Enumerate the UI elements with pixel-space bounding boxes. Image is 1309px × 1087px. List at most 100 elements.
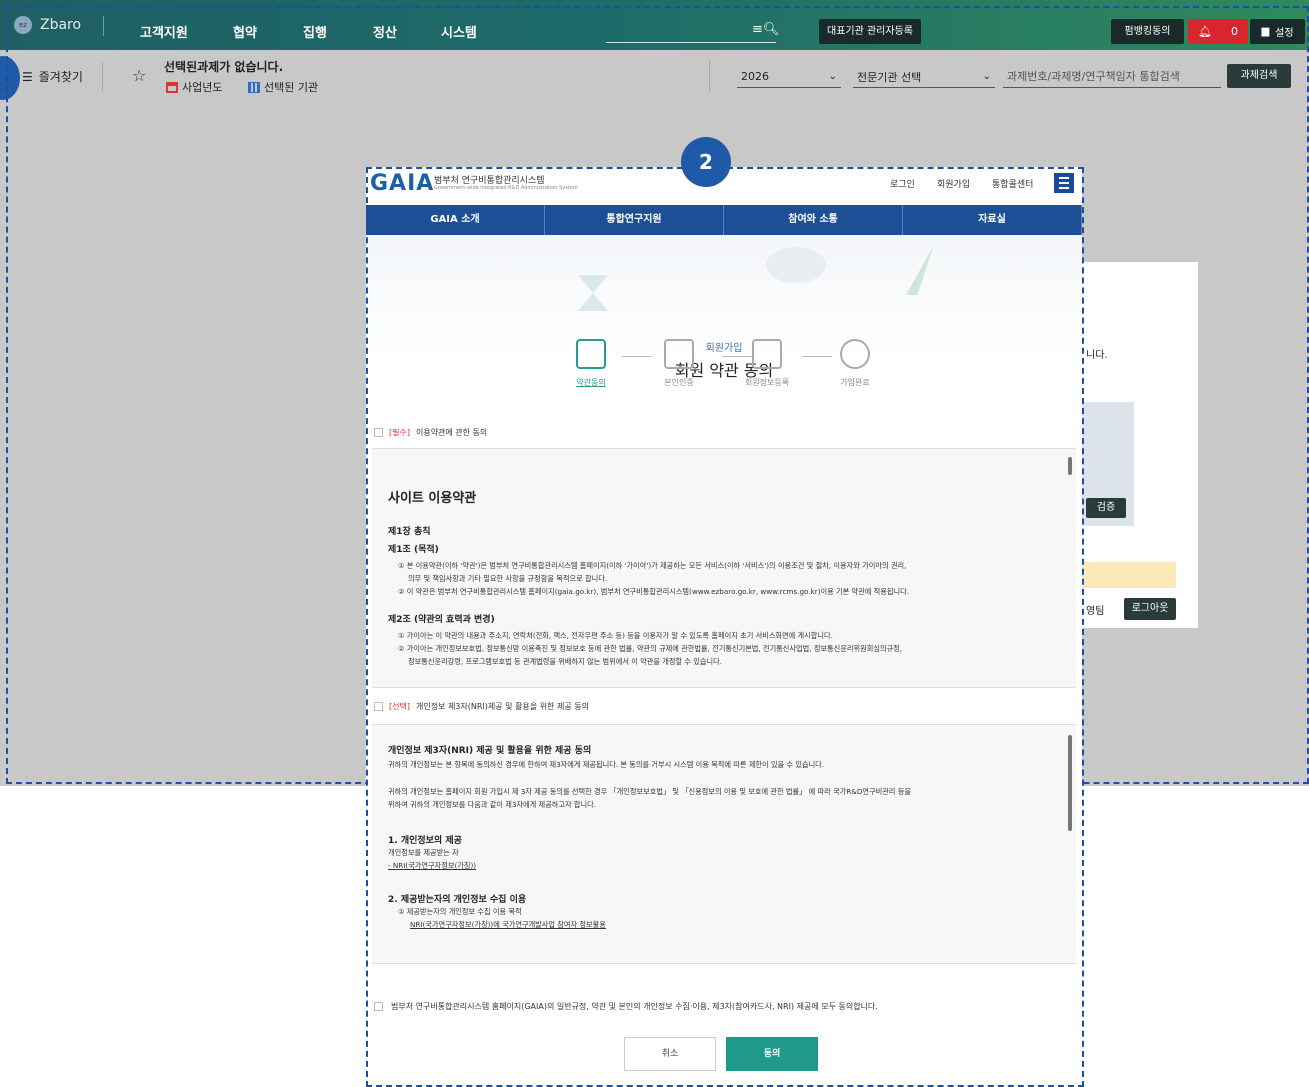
firmbanking-button[interactable]: 펌뱅킹동의: [1111, 19, 1184, 44]
menu-execution[interactable]: 집행: [303, 22, 327, 41]
nav-resources[interactable]: 자료실: [903, 205, 1082, 235]
terms-heading: 사이트 이용약관: [388, 491, 477, 506]
no-task-message: 선택된과제가 없습니다.: [164, 60, 284, 74]
agency-select[interactable]: 전문기관 선택 ⌄: [853, 66, 995, 88]
terms-paragraph: ② 이 약관은 범부처 연구비통합관리시스템 홈페이지(gaia.go.kr),…: [398, 587, 909, 596]
nav-participation[interactable]: 참여와 소통: [724, 205, 903, 235]
background-panel: 니다. 검증 영팀 로그아웃: [1082, 262, 1198, 628]
agree-privacy-label: 개인정보 제3자(NRI)제공 및 활용을 위한 제공 동의: [415, 702, 589, 711]
chevron-down-icon: ⌄: [828, 71, 837, 82]
chevron-down-icon: ⌄: [982, 71, 991, 82]
business-year-label: 사업년도: [166, 79, 222, 95]
logo-icon: ez: [14, 16, 32, 34]
article-title: 제2조 (약관의 효력과 변경): [388, 615, 495, 625]
alarm-button[interactable]: 🔔︎ 0: [1188, 19, 1248, 44]
building-icon: [248, 81, 260, 93]
step-badge-1: [0, 56, 20, 100]
step-label: 본인인증: [664, 378, 694, 387]
menu-customer-support[interactable]: 고객지원: [140, 22, 188, 41]
step-badge-2: 2: [681, 137, 731, 187]
year-label-text: 사업년도: [182, 81, 223, 94]
terms-checkbox[interactable]: [374, 428, 383, 437]
privacy-section-title: 1. 개인정보의 제공: [388, 836, 462, 846]
terms-paragraph: ② 가이아는 개인정보보호법, 정보통신망 이용촉진 및 정보보호 등에 관한 …: [398, 644, 903, 653]
agree-all-checkbox[interactable]: [374, 1002, 383, 1011]
alarm-count: 0: [1231, 25, 1238, 38]
privacy-paragraph: 위하여 귀하의 개인정보를 다음과 같이 제3자에게 제공하고자 합니다.: [388, 800, 597, 809]
year-select-value: 2026: [741, 70, 769, 83]
monitor-icon: ▆: [1261, 26, 1270, 37]
verify-button[interactable]: 검증: [1086, 498, 1126, 518]
privacy-scrollbox[interactable]: 개인정보 제3자(NRI) 제공 및 활용을 위한 제공 동의 귀하의 개인정보…: [372, 724, 1076, 964]
article-title: 제1조 (목적): [388, 545, 439, 555]
privacy-heading: 개인정보 제3자(NRI) 제공 및 활용을 위한 제공 동의: [388, 746, 592, 756]
step-complete: 가입완료: [820, 339, 890, 388]
step-terms: 약관동의: [556, 339, 626, 388]
app-name: Zbaro: [40, 17, 82, 33]
hamburger-menu-icon[interactable]: [1054, 173, 1074, 193]
nav-gaia-intro[interactable]: GAIA 소개: [366, 205, 545, 235]
agency-select-value: 전문기관 선택: [857, 70, 922, 84]
bell-icon: 🔔︎: [1198, 25, 1212, 38]
check-circle-icon: [840, 339, 870, 369]
optional-tag: [선택]: [389, 702, 410, 711]
settings-label: 설정: [1275, 28, 1294, 39]
cancel-button[interactable]: 취소: [624, 1037, 716, 1071]
privacy-paragraph: 귀하의 개인정보는 홈페이지 회원 가입시 제 3자 제공 동의를 선택한 경우…: [388, 787, 911, 796]
app-logo[interactable]: ez Zbaro: [14, 16, 81, 34]
terms-paragraph: ① 본 이용약관(이하 '약관')은 범부처 연구비통합관리시스템 홈페이지(이…: [398, 561, 907, 570]
divider: [102, 62, 103, 92]
privacy-paragraph: 개인정보를 제공받는 자: [388, 848, 459, 857]
privacy-paragraph: ① 제공받는자의 개인정보 수집 이용 목적: [398, 907, 522, 916]
step-verify: 본인인증: [644, 339, 714, 388]
agree-terms-row[interactable]: [필수] 이용약관에 관한 동의: [374, 427, 487, 438]
terms-paragraph: ① 가이아는 이 약관의 내용과 주소지, 연락처(전화, 팩스, 전자우편 주…: [398, 631, 833, 640]
divider: [103, 16, 104, 36]
step-label: 회원정보등록: [744, 378, 790, 387]
agree-privacy-row[interactable]: [선택] 개인정보 제3자(NRI)제공 및 활용을 위한 제공 동의: [374, 701, 589, 712]
privacy-paragraph: 귀하의 개인정보는 본 항목에 동의하신 경우에 한하여 제3자에게 제공됩니다…: [388, 760, 825, 769]
agree-button[interactable]: 동의: [726, 1037, 818, 1071]
gaia-modal: GAIA 범부처 연구비통합관리시스템 Government-wide Inte…: [366, 167, 1082, 1087]
agree-terms-label: 이용약관에 관한 동의: [415, 428, 488, 437]
terms-paragraph: 정보통신윤리강령, 프로그램보호법 등 관계법령을 위배하지 않는 범위에서 이…: [408, 657, 723, 666]
signup-steps: 약관동의 본인인증 회원정보등록 가입완료: [366, 339, 1082, 399]
logout-button[interactable]: 로그아웃: [1124, 598, 1176, 620]
task-search-input[interactable]: 과제번호/과제명/연구책임자 통합검색: [1003, 66, 1221, 88]
terms-paragraph: 의무 및 책임사항과 기타 필요한 사항을 규정함을 목적으로 합니다.: [408, 574, 608, 583]
divider: [709, 60, 710, 92]
decoration: [766, 247, 826, 283]
scrollbar[interactable]: [1068, 735, 1072, 831]
step-info: 회원정보등록: [732, 339, 802, 388]
login-link[interactable]: 로그인: [890, 177, 915, 190]
signup-link[interactable]: 회원가입: [937, 177, 970, 190]
gaia-system-name-en: Government-wide Integrated R&D Administr…: [434, 185, 578, 191]
settings-button[interactable]: ▆ 설정: [1250, 19, 1305, 44]
required-tag: [필수]: [389, 428, 410, 437]
menu-settlement[interactable]: 정산: [373, 22, 397, 41]
callcenter-link[interactable]: 통합콜센터: [992, 177, 1033, 190]
lock-user-icon: [664, 339, 694, 369]
menu-search-icon[interactable]: ≡🔍︎: [752, 22, 779, 37]
menu-system[interactable]: 시스템: [441, 22, 477, 41]
calendar-icon: [166, 81, 178, 93]
menu-search-input[interactable]: [606, 42, 776, 43]
menu-agreement[interactable]: 협약: [233, 22, 257, 41]
step-label: 가입완료: [840, 378, 870, 387]
agree-all-row[interactable]: 범부처 연구비통합관리시스템 홈페이지(GAIA)의 일반규정, 약관 및 본인…: [374, 1001, 878, 1012]
chapter-title: 제1장 총칙: [388, 527, 431, 537]
star-icon[interactable]: ☆: [132, 66, 146, 85]
year-select[interactable]: 2026 ⌄: [737, 66, 841, 88]
nav-integrated-support[interactable]: 통합연구지원: [545, 205, 724, 235]
terms-scrollbox[interactable]: 사이트 이용약관 제1장 총칙 제1조 (목적) ① 본 이용약관(이하 '약관…: [372, 448, 1076, 688]
admin-register-button[interactable]: 대표기관 관리자등록: [819, 19, 921, 44]
step-label: 약관동의: [576, 378, 606, 387]
scrollbar[interactable]: [1068, 457, 1072, 475]
list-icon: ☰: [22, 69, 33, 84]
privacy-checkbox[interactable]: [374, 702, 383, 711]
task-search-button[interactable]: 과제검색: [1227, 64, 1291, 88]
favorites-button[interactable]: ☰ 즐겨찾기: [22, 68, 83, 85]
privacy-recipient-link[interactable]: - NRI(국가연구자정보(가칭)): [388, 859, 1048, 872]
gaia-logo[interactable]: GAIA: [370, 171, 434, 196]
privacy-purpose-link[interactable]: NRI(국가연구자정보(가칭))에 국가연구개발사업 참여자 정보활용: [388, 918, 1048, 931]
